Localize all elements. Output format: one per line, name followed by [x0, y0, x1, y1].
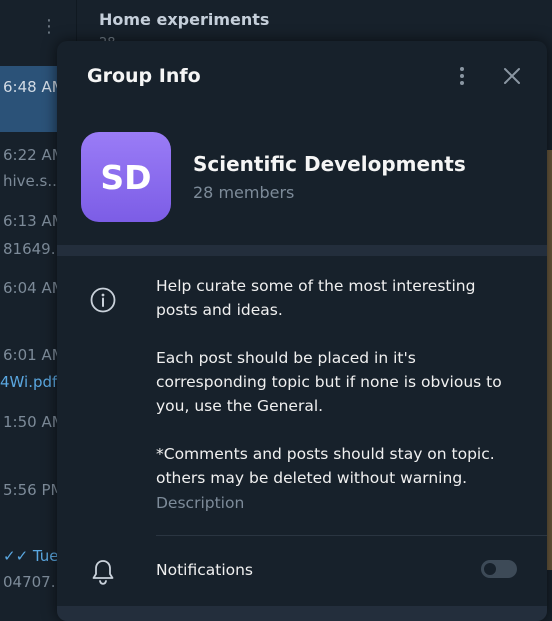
background-chat-text: 6:13 AM	[3, 212, 65, 230]
avatar-initials: SD	[100, 157, 152, 197]
background-chat-text: 1:50 AM	[3, 413, 65, 431]
background-chat-text: 5:56 PM	[3, 481, 64, 499]
toggle-knob	[482, 561, 498, 577]
close-icon[interactable]	[501, 65, 523, 87]
description-paragraph: *Comments and posts should stay on topic…	[156, 445, 495, 487]
background-chat-text: 6:48 AM	[3, 78, 65, 96]
background-chat-text: 81649...	[3, 240, 66, 258]
background-chat-text: 6:22 AM	[3, 146, 65, 164]
menu-dots-icon[interactable]: ⋮	[40, 18, 58, 36]
notifications-label: Notifications	[156, 561, 254, 579]
notifications-toggle[interactable]	[481, 560, 517, 578]
member-count[interactable]: 28 members	[193, 183, 294, 202]
chat-header-title: Home experiments	[99, 10, 270, 29]
description-label: Description	[156, 494, 245, 512]
description-paragraph: Help curate some of the most interesting…	[156, 277, 476, 319]
info-icon	[90, 287, 116, 317]
bottom-section-divider	[57, 606, 547, 621]
group-info-dialog: Group Info SD Scientific Developments 28…	[57, 41, 547, 621]
bell-icon	[90, 558, 116, 590]
background-chat-text: hive.s...	[3, 172, 62, 190]
background-image-strip	[547, 150, 552, 570]
background-chat-text: 04707...	[3, 573, 66, 591]
dialog-title: Group Info	[87, 65, 201, 87]
group-avatar[interactable]: SD	[81, 132, 171, 222]
background-chat-text: 4Wi.pdf	[0, 373, 58, 391]
group-description: Help curate some of the most interesting…	[156, 274, 516, 490]
background-chat-text: ✓✓ Tue	[3, 547, 59, 565]
group-name: Scientific Developments	[193, 152, 466, 176]
section-divider	[57, 245, 547, 256]
background-chat-text: 6:01 AM	[3, 346, 65, 364]
row-separator	[156, 535, 547, 536]
background-chat-text: 6:04 AM	[3, 279, 65, 297]
more-vertical-icon[interactable]	[455, 65, 469, 89]
description-paragraph: Each post should be placed in it's corre…	[156, 349, 502, 415]
chat-header-background: Home experiments 28	[77, 0, 552, 51]
